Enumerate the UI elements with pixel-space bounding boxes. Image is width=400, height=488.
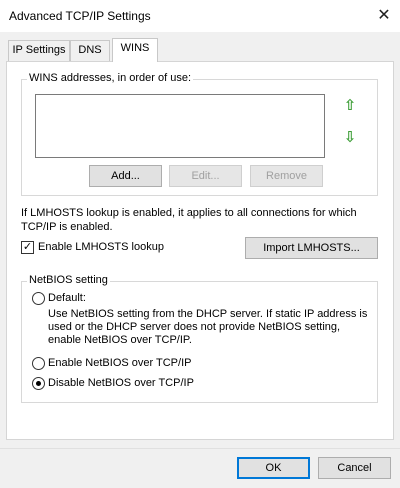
enable-lmhosts-label[interactable]: Enable LMHOSTS lookup: [38, 241, 164, 253]
move-down-icon[interactable]: ⇩: [340, 127, 360, 149]
default-radio[interactable]: [32, 292, 45, 305]
move-up-icon[interactable]: ⇧: [340, 95, 360, 117]
default-radio-label[interactable]: Default:: [48, 292, 86, 304]
cancel-button[interactable]: Cancel: [318, 457, 391, 479]
disable-netbios-radio[interactable]: [32, 377, 45, 390]
footer-separator: [0, 448, 400, 449]
edit-button[interactable]: Edit...: [169, 165, 242, 187]
netbios-group-label: NetBIOS setting: [27, 274, 110, 286]
ok-button[interactable]: OK: [237, 457, 310, 479]
enable-lmhosts-checkbox[interactable]: ✓: [21, 241, 34, 254]
wins-group-label: WINS addresses, in order of use:: [27, 72, 194, 84]
tab-wins[interactable]: WINS: [112, 38, 158, 62]
lmhosts-info-text: If LMHOSTS lookup is enabled, it applies…: [21, 207, 357, 233]
import-lmhosts-button[interactable]: Import LMHOSTS...: [245, 237, 378, 259]
radio-selected-dot: [36, 381, 41, 386]
enable-netbios-radio[interactable]: [32, 357, 45, 370]
tab-dns[interactable]: DNS: [70, 40, 110, 61]
disable-netbios-label[interactable]: Disable NetBIOS over TCP/IP: [48, 377, 194, 389]
remove-button[interactable]: Remove: [250, 165, 323, 187]
add-button[interactable]: Add...: [89, 165, 162, 187]
close-icon[interactable]: ✕: [372, 4, 396, 28]
tab-ip-settings[interactable]: IP Settings: [8, 40, 70, 61]
default-description: Use NetBIOS setting from the DHCP server…: [48, 308, 368, 346]
wins-address-list[interactable]: [35, 94, 325, 158]
window-title: Advanced TCP/IP Settings: [9, 9, 151, 23]
enable-netbios-label[interactable]: Enable NetBIOS over TCP/IP: [48, 357, 191, 369]
